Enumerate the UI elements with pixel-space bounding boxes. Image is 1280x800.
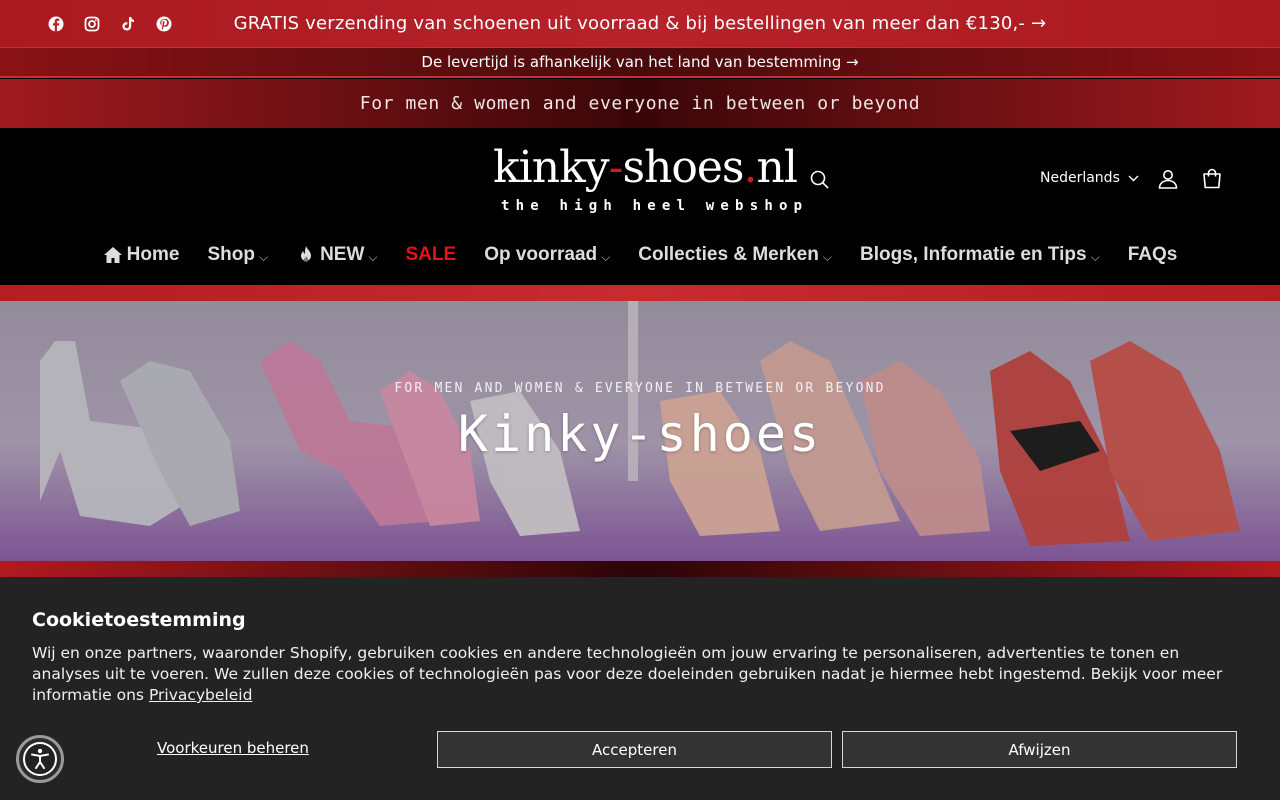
chevron-down-icon: ⌵ bbox=[1090, 249, 1100, 264]
chevron-down-icon: ⌵ bbox=[258, 249, 269, 264]
cookie-consent-banner: Cookietoestemming Wij en onze partners, … bbox=[0, 577, 1280, 800]
accessibility-icon bbox=[31, 748, 49, 769]
hero-title: Kinky-shoes bbox=[457, 405, 823, 463]
account-icon[interactable] bbox=[1156, 167, 1180, 191]
header-divider bbox=[0, 285, 1280, 301]
nav-label-stock: Op voorraad bbox=[484, 244, 598, 265]
nav-item-new[interactable]: NEW ⌵ bbox=[296, 244, 378, 266]
tagline-bar: For men & women and everyone in between … bbox=[0, 79, 1280, 128]
chevron-down-icon bbox=[1128, 175, 1139, 181]
logo-part-shoes: shoes bbox=[622, 142, 744, 193]
home-icon bbox=[103, 247, 122, 263]
logo-part-nl: nl bbox=[756, 142, 798, 193]
nav-item-blogs[interactable]: Blogs, Informatie en Tips ⌵ bbox=[860, 244, 1100, 266]
nav-item-home[interactable]: Home bbox=[103, 244, 180, 266]
chevron-down-icon: ⌵ bbox=[822, 249, 832, 264]
logo-dot: . bbox=[743, 142, 758, 193]
site-logo[interactable]: kinky-shoes.nl the high heel webshop bbox=[493, 142, 802, 214]
nav-label-collections: Collecties & Merken bbox=[638, 244, 819, 265]
announcement-bar-delivery: De levertijd is afhankelijk van het land… bbox=[0, 47, 1280, 78]
hero-banner: FOR MEN AND WOMEN & EVERYONE IN BETWEEN … bbox=[0, 301, 1280, 561]
language-label: Nederlands bbox=[1040, 170, 1120, 186]
accept-cookies-button[interactable]: Accepteren bbox=[437, 731, 832, 768]
main-navigation: Home Shop ⌵ NEW ⌵ SALE Op voorraad ⌵ Col… bbox=[0, 240, 1280, 270]
nav-item-collections[interactable]: Collecties & Merken ⌵ bbox=[638, 244, 832, 266]
pinterest-icon[interactable] bbox=[156, 16, 172, 32]
hero-divider bbox=[0, 561, 1280, 577]
nav-label-shop: Shop bbox=[207, 244, 255, 265]
nav-label-blogs: Blogs, Informatie en Tips bbox=[859, 244, 1087, 265]
nav-label-sale: SALE bbox=[405, 244, 457, 265]
logo-wordmark: kinky-shoes.nl bbox=[493, 142, 798, 194]
logo-dash: - bbox=[608, 142, 624, 193]
search-icon[interactable] bbox=[808, 168, 832, 192]
tagline-text: For men & women and everyone in between … bbox=[359, 93, 921, 114]
logo-subtitle: the high heel webshop bbox=[501, 198, 809, 214]
nav-item-sale[interactable]: SALE bbox=[406, 244, 457, 266]
shipping-announcement[interactable]: GRATIS verzending van schoenen uit voorr… bbox=[0, 13, 1280, 34]
manage-preferences-button[interactable]: Voorkeuren beheren bbox=[157, 739, 309, 757]
nav-label-new: NEW bbox=[320, 244, 365, 265]
instagram-icon[interactable] bbox=[84, 16, 100, 32]
cart-icon[interactable] bbox=[1200, 167, 1224, 191]
chevron-down-icon: ⌵ bbox=[368, 249, 378, 264]
site-header: kinky-shoes.nl the high heel webshop Ned… bbox=[0, 128, 1280, 285]
facebook-icon[interactable] bbox=[48, 16, 64, 32]
language-selector[interactable]: Nederlands bbox=[1040, 170, 1139, 186]
accessibility-ring bbox=[23, 742, 57, 776]
nav-label-home: Home bbox=[126, 244, 180, 265]
nav-item-stock[interactable]: Op voorraad ⌵ bbox=[484, 244, 610, 266]
reject-cookies-button[interactable]: Afwijzen bbox=[842, 731, 1237, 768]
privacy-policy-link[interactable]: Privacybeleid bbox=[149, 686, 252, 704]
logo-part-kinky: kinky bbox=[493, 142, 610, 193]
announcement-bar-shipping: GRATIS verzending van schoenen uit voorr… bbox=[0, 0, 1280, 47]
hero-subtitle: FOR MEN AND WOMEN & EVERYONE IN BETWEEN … bbox=[394, 381, 886, 396]
nav-item-shop[interactable]: Shop ⌵ bbox=[207, 244, 268, 266]
cookie-description: Wij en onze partners, waaronder Shopify,… bbox=[32, 643, 1252, 706]
fire-icon bbox=[301, 246, 312, 262]
tiktok-icon[interactable] bbox=[120, 16, 136, 32]
nav-item-faqs[interactable]: FAQs bbox=[1128, 244, 1178, 266]
page: GRATIS verzending van schoenen uit voorr… bbox=[0, 0, 1280, 800]
social-links bbox=[48, 16, 172, 32]
nav-label-faqs: FAQs bbox=[1127, 244, 1178, 265]
chevron-down-icon: ⌵ bbox=[601, 249, 611, 264]
cookie-title: Cookietoestemming bbox=[32, 609, 246, 631]
delivery-announcement[interactable]: De levertijd is afhankelijk van het land… bbox=[421, 53, 858, 71]
accessibility-button[interactable] bbox=[16, 735, 64, 783]
